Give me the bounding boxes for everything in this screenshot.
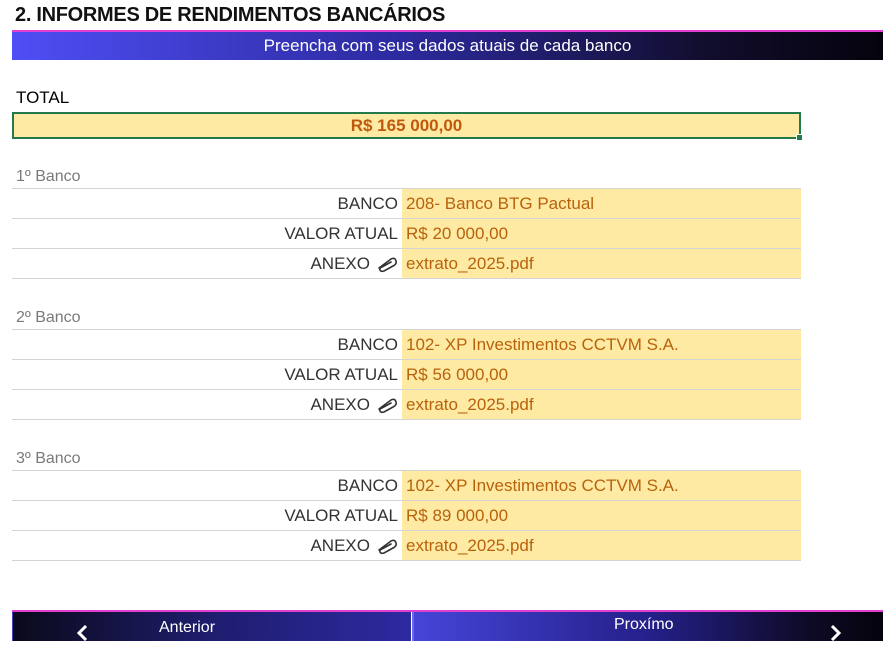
total-value: R$ 165 000,00	[350, 116, 463, 135]
anexo-label: ANEXO	[310, 394, 370, 414]
paperclip-icon[interactable]	[376, 396, 398, 414]
bank-block-2: 2º Banco BANCO 102- XP Investimentos CCT…	[12, 305, 801, 420]
paperclip-icon[interactable]	[376, 537, 398, 555]
section-title: 2. INFORMES DE RENDIMENTOS BANCÁRIOS	[15, 4, 445, 26]
bank-row-valor: VALOR ATUAL R$ 20 000,00	[12, 219, 801, 249]
anexo-value-cell[interactable]: extrato_2025.pdf	[402, 249, 801, 278]
bank-title: 1º Banco	[12, 164, 801, 189]
valor-value-cell[interactable]: R$ 20 000,00	[402, 219, 801, 248]
total-value-cell[interactable]: R$ 165 000,00	[12, 112, 803, 141]
anexo-value-cell[interactable]: extrato_2025.pdf	[402, 390, 801, 419]
chevron-left-icon	[75, 621, 91, 642]
banco-value-cell[interactable]: 102- XP Investimentos CCTVM S.A.	[402, 330, 801, 359]
valor-label: VALOR ATUAL	[284, 223, 398, 243]
valor-value-cell[interactable]: R$ 56 000,00	[402, 360, 801, 389]
bank-row-banco: BANCO 102- XP Investimentos CCTVM S.A.	[12, 471, 801, 501]
bank-row-banco: BANCO 208- Banco BTG Pactual	[12, 189, 801, 219]
banco-value-cell[interactable]: 208- Banco BTG Pactual	[402, 189, 801, 218]
banco-label: BANCO	[337, 334, 398, 354]
paperclip-icon[interactable]	[376, 255, 398, 273]
anexo-label: ANEXO	[310, 535, 370, 555]
total-label: TOTAL	[16, 88, 70, 107]
chevron-right-icon	[827, 621, 843, 642]
bank-row-anexo: ANEXO extrato_2025.pdf	[12, 390, 801, 420]
bank-row-valor: VALOR ATUAL R$ 89 000,00	[12, 501, 801, 531]
previous-button-label: Anterior	[159, 619, 216, 636]
bank-row-valor: VALOR ATUAL R$ 56 000,00	[12, 360, 801, 390]
anexo-value-cell[interactable]: extrato_2025.pdf	[402, 531, 801, 560]
bank-title: 2º Banco	[12, 305, 801, 330]
next-button-label: Proxímo	[614, 616, 674, 633]
navigation-bar: Anterior Proxímo	[12, 610, 883, 642]
banco-label: BANCO	[337, 475, 398, 495]
bank-row-anexo: ANEXO extrato_2025.pdf	[12, 249, 801, 279]
anexo-label-cell: ANEXO	[12, 390, 402, 419]
next-button[interactable]: Proxímo	[412, 612, 883, 642]
valor-value-cell[interactable]: R$ 89 000,00	[402, 501, 801, 530]
bank-block-1: 1º Banco BANCO 208- Banco BTG Pactual VA…	[12, 164, 801, 279]
bank-row-banco: BANCO 102- XP Investimentos CCTVM S.A.	[12, 330, 801, 360]
anexo-label-cell: ANEXO	[12, 249, 402, 278]
fill-handle[interactable]	[796, 134, 803, 141]
bank-block-3: 3º Banco BANCO 102- XP Investimentos CCT…	[12, 446, 801, 561]
valor-label: VALOR ATUAL	[284, 364, 398, 384]
anexo-label-cell: ANEXO	[12, 531, 402, 560]
section-banner: Preencha com seus dados atuais de cada b…	[12, 30, 883, 60]
banco-label: BANCO	[337, 193, 398, 213]
bank-title: 3º Banco	[12, 446, 801, 471]
bank-row-anexo: ANEXO extrato_2025.pdf	[12, 531, 801, 561]
valor-label: VALOR ATUAL	[284, 505, 398, 525]
anexo-label: ANEXO	[310, 253, 370, 273]
banco-value-cell[interactable]: 102- XP Investimentos CCTVM S.A.	[402, 471, 801, 500]
previous-button[interactable]: Anterior	[12, 612, 412, 642]
